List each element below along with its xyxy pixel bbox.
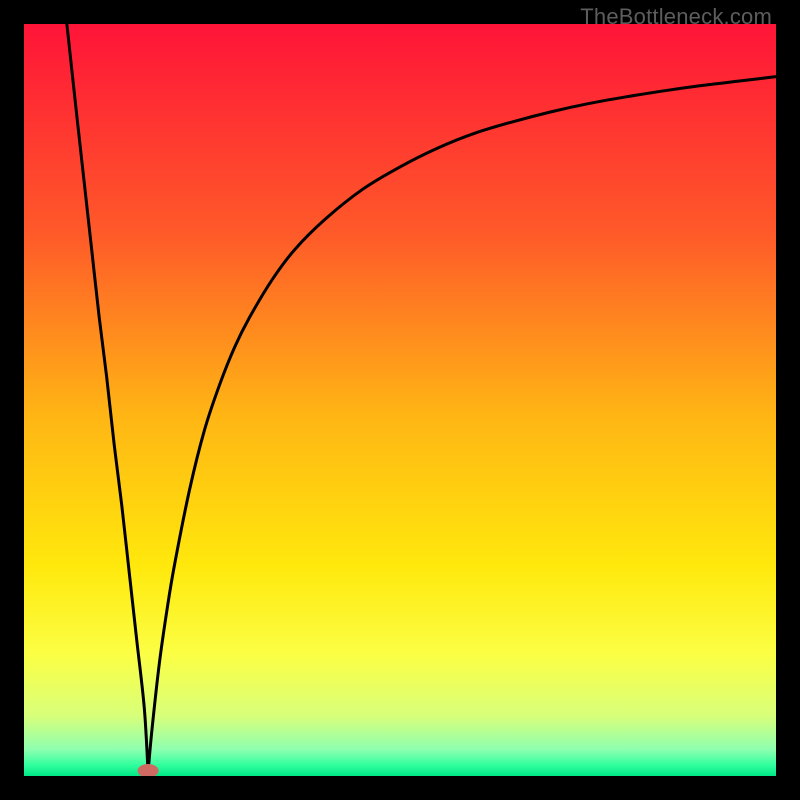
curve-left-branch <box>67 24 148 772</box>
watermark-text: TheBottleneck.com <box>580 4 772 30</box>
chart-frame: TheBottleneck.com <box>0 0 800 800</box>
curve-right-branch <box>148 77 776 773</box>
minimum-marker <box>138 764 159 776</box>
bottleneck-curve <box>24 24 776 776</box>
plot-area <box>24 24 776 776</box>
